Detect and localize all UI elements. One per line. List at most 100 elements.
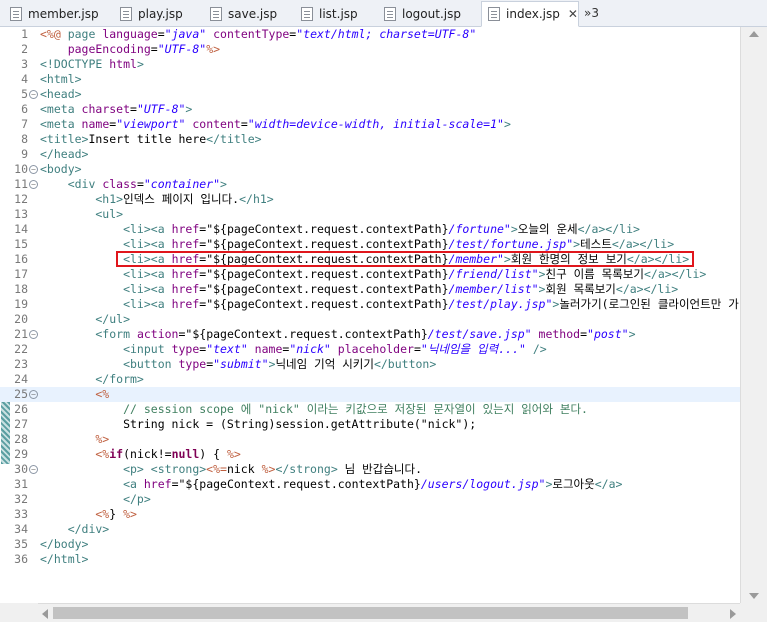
line-number: 14 xyxy=(14,222,28,236)
line-number: 11 xyxy=(14,177,28,191)
line-number: 7 xyxy=(21,117,28,131)
line-text: </head> xyxy=(40,147,89,161)
code-line: 14 <li><a href="${pageContext.request.co… xyxy=(0,222,740,237)
tab-label: list.jsp xyxy=(319,6,358,21)
line-number: 17 xyxy=(14,267,28,281)
editor-tab-bar: member.jsp play.jsp save.jsp list.jsp lo… xyxy=(0,0,767,27)
code-line: 10– <body> xyxy=(0,162,740,177)
jsp-file-icon xyxy=(301,6,313,21)
line-text: <html> xyxy=(40,72,82,86)
tab-label: logout.jsp xyxy=(402,6,461,21)
fold-icon[interactable]: – xyxy=(29,165,38,174)
code-line: 36 </html> xyxy=(0,552,740,567)
close-icon[interactable]: ✕ xyxy=(568,7,578,21)
code-line: 3 <!DOCTYPE html> xyxy=(0,57,740,72)
code-line: 28 %> xyxy=(0,432,740,447)
line-number: 1 xyxy=(21,27,28,41)
line-number: 20 xyxy=(14,312,28,326)
code-line: 15 <li><a href="${pageContext.request.co… xyxy=(0,237,740,252)
vertical-scrollbar[interactable] xyxy=(740,27,767,603)
line-number: 4 xyxy=(21,72,28,86)
jsp-file-icon xyxy=(120,6,132,21)
code-line: 32 </p> xyxy=(0,492,740,507)
code-line: 33 <%} %> xyxy=(0,507,740,522)
line-number: 18 xyxy=(14,282,28,296)
code-line: 6 <meta charset="UTF-8"> xyxy=(0,102,740,117)
code-line: 1 <%@ page language="java" contentType="t… xyxy=(0,27,740,42)
tab-save-jsp[interactable]: save.jsp xyxy=(204,2,277,25)
code-line: 18 <li><a href="${pageContext.request.co… xyxy=(0,282,740,297)
line-number: 6 xyxy=(21,102,28,116)
line-number: 16 xyxy=(14,252,28,266)
line-number: 29 xyxy=(14,447,28,461)
line-text: <body> xyxy=(40,162,82,176)
line-text: <%if(nick!=null) { %> xyxy=(40,447,241,461)
line-number: 22 xyxy=(14,342,28,356)
line-text: <li><a href="${pageContext.request.conte… xyxy=(40,237,675,251)
line-number: 2 xyxy=(21,42,28,56)
line-text: // session scope 에 "nick" 이라는 키값으로 저장된 문… xyxy=(40,402,588,416)
fold-icon[interactable]: – xyxy=(29,90,38,99)
code-line: 34 </div> xyxy=(0,522,740,537)
code-line: 26 // session scope 에 "nick" 이라는 키값으로 저장… xyxy=(0,402,740,417)
line-number: 15 xyxy=(14,237,28,251)
line-number: 32 xyxy=(14,492,28,506)
tab-label: save.jsp xyxy=(228,6,278,21)
tab-play-jsp[interactable]: play.jsp xyxy=(114,2,183,25)
line-number: 30 xyxy=(14,462,28,476)
scroll-down-arrow-icon[interactable] xyxy=(749,593,759,599)
code-line: 22 <input type="text" name="nick" placeh… xyxy=(0,342,740,357)
tab-index-jsp[interactable]: index.jsp ✕ xyxy=(481,1,579,27)
tab-overflow-button[interactable]: »3 xyxy=(584,6,599,20)
code-line: 8 <title>Insert title here</title> xyxy=(0,132,740,147)
line-number: 27 xyxy=(14,417,28,431)
line-number: 33 xyxy=(14,507,28,521)
tab-label: play.jsp xyxy=(138,6,183,21)
code-line: 21– <form action="${pageContext.request.… xyxy=(0,327,740,342)
line-text: <li><a href="${pageContext.request.conte… xyxy=(40,267,707,281)
scroll-right-arrow-icon[interactable] xyxy=(730,609,736,619)
scroll-left-arrow-icon[interactable] xyxy=(42,609,48,619)
code-line: 2 pageEncoding="UTF-8"%> xyxy=(0,42,740,57)
line-text: <!DOCTYPE html> xyxy=(40,57,144,71)
code-line: 19 <li><a href="${pageContext.request.co… xyxy=(0,297,740,312)
line-text: </form> xyxy=(40,372,144,386)
fold-icon[interactable]: – xyxy=(29,390,38,399)
scrollbar-left-margin xyxy=(0,603,38,622)
code-line: 7 <meta name="viewport" content="width=de… xyxy=(0,117,740,132)
code-editor[interactable]: 1 <%@ page language="java" contentType="t… xyxy=(0,27,740,603)
line-number: 12 xyxy=(14,192,28,206)
jsp-file-icon xyxy=(384,6,396,21)
code-line: 35 </body> xyxy=(0,537,740,552)
code-line: 11– <div class="container"> xyxy=(0,177,740,192)
horizontal-scroll-thumb[interactable] xyxy=(53,607,688,619)
line-text: <% xyxy=(40,387,110,401)
line-number: 9 xyxy=(21,147,28,161)
fold-icon[interactable]: – xyxy=(29,465,38,474)
jsp-file-icon xyxy=(10,6,22,21)
tab-label: member.jsp xyxy=(28,6,99,21)
line-number: 26 xyxy=(14,402,28,416)
line-text: </p> xyxy=(40,492,151,506)
line-text: <h1>인덱스 페이지 입니다.</h1> xyxy=(40,192,274,206)
fold-icon[interactable]: – xyxy=(29,330,38,339)
tab-label: index.jsp xyxy=(506,7,560,21)
tab-list-jsp[interactable]: list.jsp xyxy=(295,2,358,25)
line-text: </ul> xyxy=(40,312,131,326)
line-text: <meta name="viewport" content="width=dev… xyxy=(40,117,511,131)
code-line: 5– <head> xyxy=(0,87,740,102)
line-text: <input type="text" name="nick" placehold… xyxy=(40,342,547,356)
line-number: 10 xyxy=(14,162,28,176)
line-number: 34 xyxy=(14,522,28,536)
tab-member-jsp[interactable]: member.jsp xyxy=(4,2,99,25)
line-number: 8 xyxy=(21,132,28,146)
code-line: 17 <li><a href="${pageContext.request.co… xyxy=(0,267,740,282)
line-number: 35 xyxy=(14,537,28,551)
line-number: 24 xyxy=(14,372,28,386)
tab-logout-jsp[interactable]: logout.jsp xyxy=(378,2,461,25)
fold-icon[interactable]: – xyxy=(29,180,38,189)
line-number: 21 xyxy=(14,327,28,341)
scroll-up-arrow-icon[interactable] xyxy=(749,31,759,37)
code-line-current: 25– <% xyxy=(0,387,740,402)
horizontal-scrollbar[interactable] xyxy=(38,603,740,622)
